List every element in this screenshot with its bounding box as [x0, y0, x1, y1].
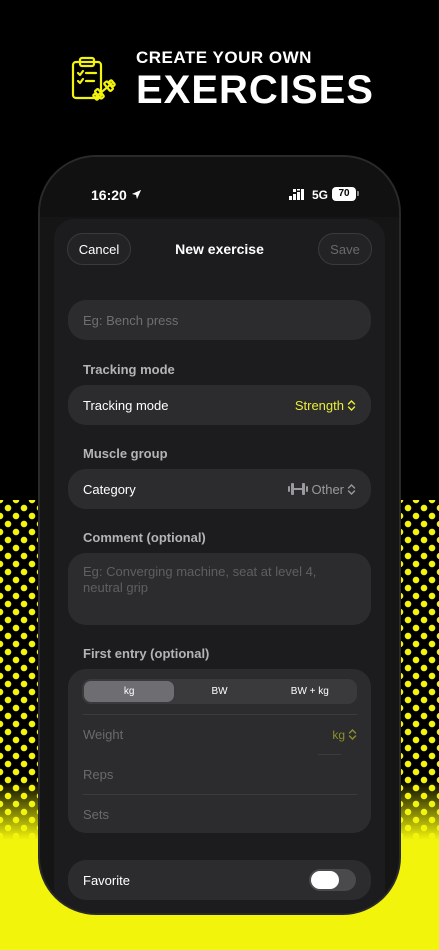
first-entry-card: kg BW BW + kg Weight kg Reps Sets — [68, 669, 371, 833]
favorite-row: Favorite — [68, 860, 371, 900]
tracking-mode-value: Strength — [294, 397, 344, 413]
segment-bw-kg[interactable]: BW + kg — [265, 681, 355, 702]
weight-unit-picker[interactable]: kg — [332, 728, 357, 742]
comment-textarea[interactable]: Eg: Converging machine, seat at level 4,… — [68, 553, 371, 625]
unit-segmented-control: kg BW BW + kg — [82, 679, 357, 704]
weight-row[interactable]: Weight kg — [83, 715, 357, 754]
status-bar: 16:20 5G 70 — [40, 157, 399, 217]
first-entry-section-label: First entry (optional) — [83, 646, 210, 661]
tracking-mode-label: Tracking mode — [83, 397, 169, 413]
segment-bw[interactable]: BW — [174, 681, 264, 702]
promo-big-title: EXERCISES — [136, 68, 374, 112]
reps-input[interactable]: Reps — [83, 767, 113, 782]
sets-input[interactable]: Sets — [83, 807, 109, 822]
sets-row[interactable]: Sets — [83, 795, 357, 834]
category-label: Category — [83, 481, 136, 497]
promo-header: CREATE YOUR OWN EXERCISES — [68, 48, 374, 110]
weight-unit-value: kg — [332, 727, 345, 742]
category-row[interactable]: Category Other — [68, 469, 371, 509]
chevron-up-down-icon — [347, 399, 356, 411]
segment-kg[interactable]: kg — [84, 681, 175, 702]
save-button[interactable]: Save — [318, 233, 372, 265]
favorite-toggle[interactable] — [309, 869, 356, 891]
category-picker[interactable]: Other — [288, 482, 356, 497]
battery-indicator: 70 — [332, 187, 356, 201]
battery-tip — [357, 191, 359, 196]
dumbbell-icon — [288, 483, 309, 495]
location-arrow-icon — [131, 189, 142, 200]
reps-row[interactable]: Reps — [83, 755, 357, 794]
tracking-mode-section-label: Tracking mode — [83, 362, 175, 377]
chevron-up-down-icon — [348, 729, 357, 740]
network-type: 5G — [312, 188, 329, 202]
chevron-up-down-icon — [347, 483, 356, 495]
phone-frame: 16:20 5G 70 Cancel New exercise Save Eg:… — [38, 155, 401, 915]
favorite-label: Favorite — [83, 872, 130, 888]
comment-section-label: Comment (optional) — [83, 530, 206, 545]
weight-input[interactable]: Weight — [83, 727, 123, 742]
promo-small-title: CREATE YOUR OWN — [136, 48, 312, 67]
exercise-name-input[interactable]: Eg: Bench press — [68, 300, 371, 340]
tracking-mode-row[interactable]: Tracking mode Strength — [68, 385, 371, 425]
category-value: Other — [311, 481, 344, 497]
tracking-mode-picker[interactable]: Strength — [295, 398, 356, 413]
status-time: 16:20 — [91, 187, 127, 203]
clipboard-dumbbell-icon — [71, 56, 116, 101]
toggle-knob — [311, 871, 339, 889]
new-exercise-sheet: Cancel New exercise Save Eg: Bench press… — [54, 219, 385, 913]
muscle-group-section-label: Muscle group — [83, 446, 168, 461]
signal-icon — [289, 189, 304, 200]
